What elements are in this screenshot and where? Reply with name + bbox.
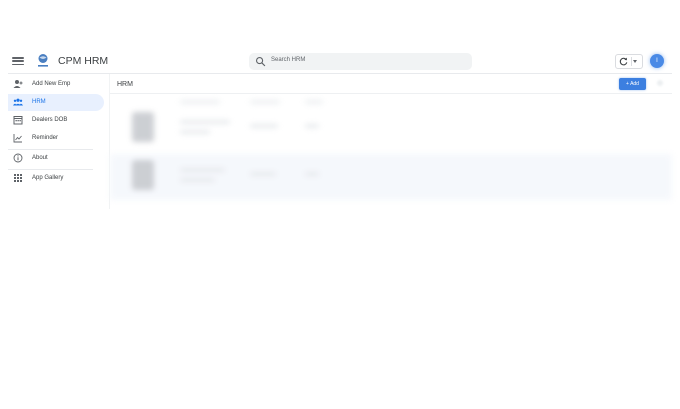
table-cell	[250, 172, 276, 176]
sidebar-item-add-new-emp[interactable]: Add New Emp	[8, 76, 104, 93]
table-cell	[180, 178, 215, 182]
table-cell	[180, 168, 225, 172]
app-logo	[38, 54, 48, 67]
table-cell	[180, 130, 210, 134]
sidebar-item-label: HRM	[32, 99, 46, 105]
table-header-cell	[180, 100, 220, 104]
sidebar-item-label: Add New Emp	[32, 81, 71, 87]
table-cell	[180, 120, 230, 124]
app-title: CPM HRM	[58, 55, 109, 67]
search-icon	[256, 57, 266, 67]
refresh-divider	[631, 57, 632, 66]
row-thumbnail	[132, 160, 154, 190]
sidebar-item-label: Dealers DOB	[32, 117, 68, 123]
chevron-down-icon[interactable]	[633, 60, 637, 63]
app-window: CPM HRM Search HRM I Add New Emp HRM Dea…	[8, 49, 672, 209]
sidebar-item-dealers-dob[interactable]: Dealers DOB	[8, 112, 104, 129]
refresh-button[interactable]	[615, 54, 643, 69]
table-row[interactable]	[110, 154, 672, 200]
calendar-icon	[13, 116, 23, 125]
blurred-table	[110, 96, 672, 206]
sidebar-item-app-gallery[interactable]: App Gallery	[8, 170, 104, 187]
sidebar-item-reminder[interactable]: Reminder	[8, 130, 104, 147]
sidebar-item-about[interactable]: About	[8, 150, 104, 167]
header-divider	[110, 93, 672, 94]
sidebar-item-label: About	[32, 155, 48, 161]
table-row[interactable]	[110, 106, 672, 152]
menu-icon[interactable]	[12, 55, 24, 67]
chart-icon	[13, 134, 22, 143]
search-input[interactable]: Search HRM	[249, 53, 472, 70]
row-thumbnail	[132, 112, 154, 142]
sidebar: Add New Emp HRM Dealers DOB Reminder Abo…	[8, 74, 109, 209]
refresh-icon	[619, 57, 628, 66]
table-header-cell	[250, 100, 280, 104]
main-content: HRM + Add	[110, 74, 672, 209]
info-icon	[13, 153, 23, 163]
add-button[interactable]: + Add	[619, 78, 646, 90]
more-icon[interactable]	[657, 80, 663, 86]
grid-icon	[14, 174, 22, 182]
table-header-cell	[305, 100, 323, 104]
person-add-icon	[13, 80, 23, 88]
top-bar: CPM HRM Search HRM I	[8, 49, 672, 74]
sidebar-item-label: Reminder	[32, 135, 59, 141]
table-cell	[305, 172, 319, 176]
avatar[interactable]: I	[650, 54, 664, 68]
table-cell	[305, 124, 319, 128]
people-icon	[13, 98, 23, 106]
search-placeholder: Search HRM	[271, 57, 306, 63]
sidebar-item-label: App Gallery	[32, 175, 64, 181]
table-cell	[250, 124, 278, 128]
page-title: HRM	[117, 81, 133, 88]
sidebar-item-hrm[interactable]: HRM	[8, 94, 104, 111]
